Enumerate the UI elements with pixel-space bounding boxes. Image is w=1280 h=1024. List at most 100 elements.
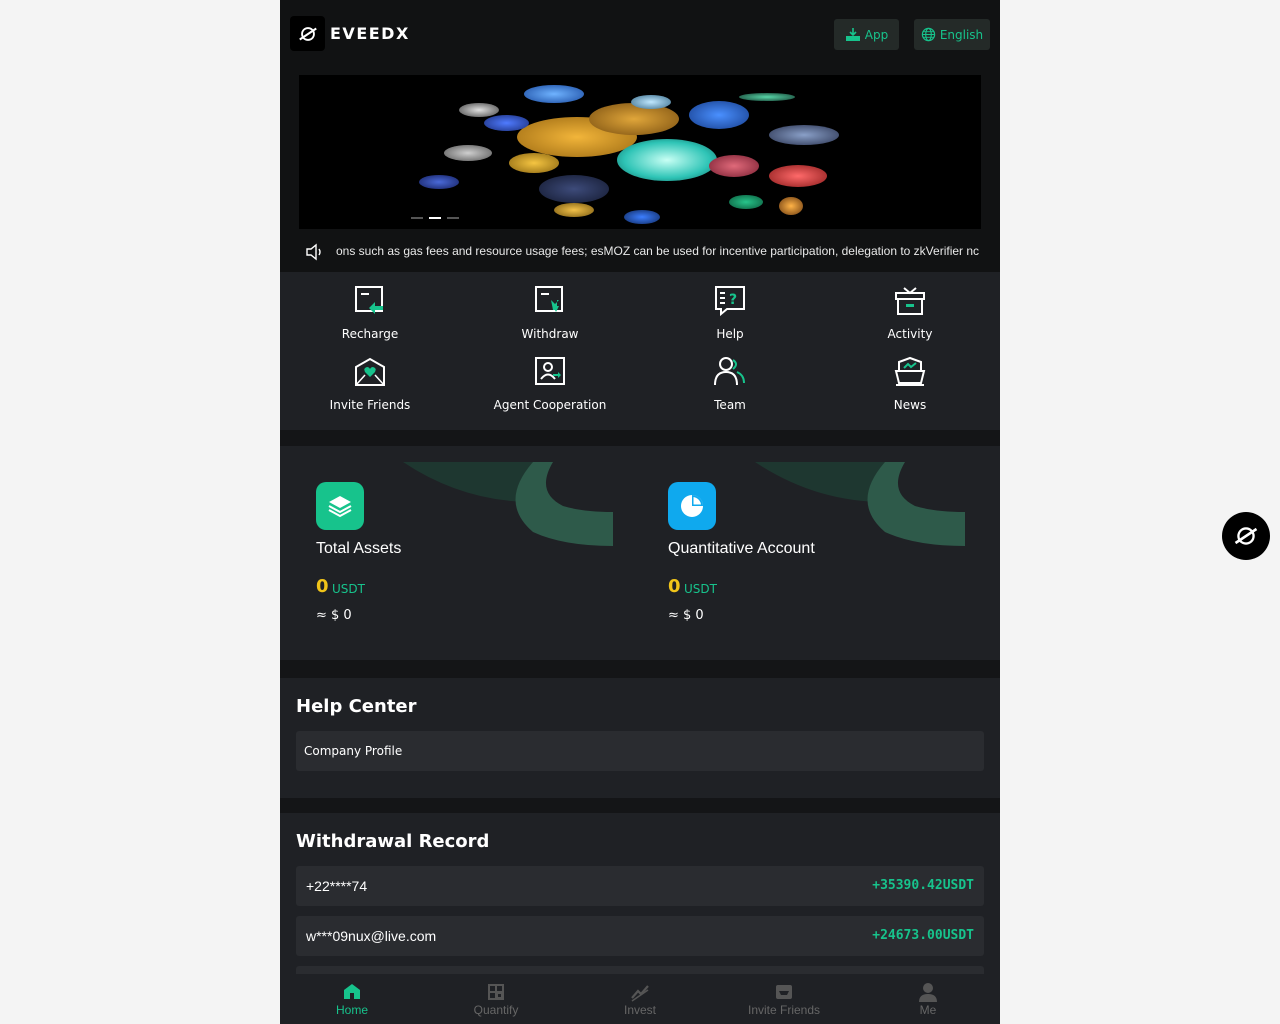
banner-coin: [554, 203, 594, 217]
speaker-icon: [306, 243, 321, 261]
inbox-icon: [776, 985, 792, 999]
carousel-dots[interactable]: [411, 217, 459, 219]
quant-account-card[interactable]: Quantitative Account 0 USDT ≈ $ 0: [648, 462, 965, 642]
banner-coin: [769, 125, 839, 145]
section-divider: [280, 430, 1000, 446]
withdrawal-row: w***09nux@live.com +24673.00USDT: [296, 916, 984, 956]
banner-coin: [509, 153, 559, 173]
trend-icon: [631, 985, 649, 1002]
announcement-ticker[interactable]: ons such as gas fees and resource usage …: [280, 232, 1000, 272]
section-divider: [280, 798, 1000, 813]
card-decoration: [755, 462, 965, 546]
menu-item-team[interactable]: Team: [640, 343, 820, 413]
card-decoration: [403, 462, 613, 546]
banner-coin: [419, 175, 459, 189]
nav-label: Quantify: [473, 1003, 519, 1017]
quant-account-value: 0: [668, 576, 681, 597]
app-download-button[interactable]: App: [834, 19, 899, 50]
nav-me[interactable]: Me: [856, 974, 1000, 1024]
withdrawal-amount: +24673.00USDT: [872, 928, 974, 943]
banner-carousel[interactable]: [299, 75, 981, 229]
help-icon: ?: [715, 286, 745, 317]
user-icon: [919, 983, 937, 1002]
menu-item-news[interactable]: News: [820, 343, 1000, 413]
ticker-text: ons such as gas fees and resource usage …: [336, 244, 980, 258]
banner-coin: [539, 175, 609, 203]
banner-coin: [444, 145, 492, 161]
brand-name: EVEEDX: [330, 24, 410, 43]
quant-account-approx: ≈ $ 0: [668, 608, 704, 623]
planet-logo-icon: [298, 26, 317, 41]
section-divider: [280, 660, 1000, 678]
quant-account-title: Quantitative Account: [668, 540, 815, 557]
total-assets-title: Total Assets: [316, 540, 402, 557]
quick-menu: Recharge Withdraw ? Help Activity Invite…: [280, 272, 1000, 430]
pie-chart-icon: [668, 482, 716, 530]
agent-icon: [535, 357, 565, 385]
nav-quantify[interactable]: Quantify: [424, 974, 568, 1024]
banner-coin: [779, 197, 803, 215]
menu-label: Withdraw: [521, 327, 579, 341]
menu-label: News: [893, 398, 927, 412]
news-icon: [894, 356, 926, 386]
menu-label: Help: [716, 327, 744, 341]
nav-label: Me: [919, 1003, 937, 1017]
carousel-dot-active[interactable]: [429, 217, 441, 219]
recharge-icon: [355, 286, 383, 314]
banner-coin: [484, 115, 529, 131]
floating-service-button[interactable]: [1222, 512, 1270, 560]
planet-logo-icon: [1234, 527, 1258, 545]
banner-coin: [689, 101, 749, 129]
withdrawal-user: +22****74: [306, 878, 368, 894]
banner-coin: [524, 85, 584, 103]
language-label: English: [939, 27, 984, 42]
total-assets-unit: USDT: [332, 582, 365, 596]
withdrawal-record-title: Withdrawal Record: [296, 831, 490, 852]
gift-icon: [895, 287, 925, 315]
total-assets-card[interactable]: Total Assets 0 USDT ≈ $ 0: [296, 462, 613, 642]
menu-label: Team: [714, 398, 746, 412]
layers-icon: [316, 482, 364, 530]
bottom-nav: Home Quantify Invest Invite Friends Me: [280, 974, 1000, 1024]
nav-home[interactable]: Home: [280, 974, 424, 1024]
withdrawal-row: +22****74 +35390.42USDT: [296, 866, 984, 906]
qr-code-icon: [488, 984, 504, 1000]
menu-label: Agent Cooperation: [493, 398, 607, 412]
help-center-title: Help Center: [296, 696, 417, 717]
invite-icon: [355, 357, 385, 386]
team-icon: [714, 357, 745, 386]
menu-item-help[interactable]: ? Help: [640, 272, 820, 342]
menu-item-agent-cooperation[interactable]: Agent Cooperation: [460, 343, 640, 413]
nav-invest[interactable]: Invest: [568, 974, 712, 1024]
nav-label: Invite Friends: [747, 1003, 821, 1017]
assets-section: Total Assets 0 USDT ≈ $ 0 Quantitative A…: [280, 446, 1000, 660]
logo[interactable]: [290, 16, 325, 51]
download-icon: [845, 27, 860, 41]
menu-item-withdraw[interactable]: Withdraw: [460, 272, 640, 342]
menu-item-invite-friends[interactable]: Invite Friends: [280, 343, 460, 413]
menu-item-recharge[interactable]: Recharge: [280, 272, 460, 342]
total-assets-value: 0: [316, 576, 329, 597]
app-screen: EVEEDX App English ons such as gas fees …: [280, 0, 1000, 1024]
banner-coin: [769, 165, 827, 187]
withdrawal-user: w***09nux@live.com: [306, 928, 437, 944]
help-item-company-profile[interactable]: Company Profile: [296, 731, 984, 771]
quant-account-unit: USDT: [684, 582, 717, 596]
banner-coin: [739, 93, 795, 101]
nav-label: Home: [335, 1003, 368, 1017]
nav-invite-friends[interactable]: Invite Friends: [712, 974, 856, 1024]
banner-coin: [459, 103, 499, 117]
withdrawal-amount: +35390.42USDT: [872, 878, 974, 893]
withdraw-icon: [535, 286, 563, 312]
help-center-section: Help Center Company Profile: [280, 678, 1000, 798]
carousel-dot[interactable]: [447, 217, 459, 219]
language-button[interactable]: English: [914, 19, 990, 50]
menu-item-activity[interactable]: Activity: [820, 272, 1000, 342]
banner-coin: [617, 139, 717, 181]
total-assets-approx: ≈ $ 0: [316, 608, 352, 623]
banner-coin: [729, 195, 763, 209]
carousel-dot[interactable]: [411, 217, 423, 219]
banner-coin: [631, 95, 671, 109]
top-bar: EVEEDX App English: [280, 0, 1000, 70]
globe-icon: [921, 27, 936, 42]
